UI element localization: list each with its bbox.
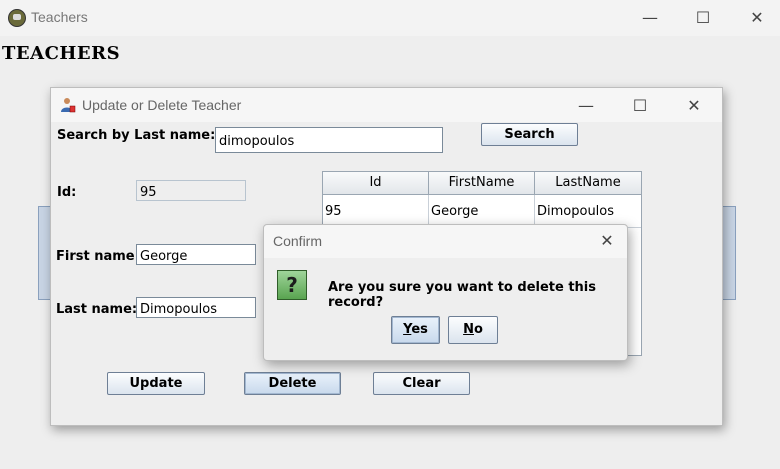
question-icon: ? bbox=[277, 270, 307, 300]
update-button[interactable]: Update bbox=[107, 372, 205, 395]
confirm-message: Are you sure you want to delete this rec… bbox=[328, 280, 596, 310]
column-header-firstname[interactable]: FirstName bbox=[429, 172, 535, 195]
app-logo-icon bbox=[8, 9, 26, 27]
confirm-title: Confirm bbox=[273, 233, 323, 249]
yes-button[interactable]: Yes bbox=[391, 316, 440, 344]
page-heading: TEACHERS bbox=[2, 43, 121, 64]
last-name-field[interactable] bbox=[136, 297, 256, 318]
clear-button[interactable]: Clear bbox=[373, 372, 470, 395]
first-name-label: First name: bbox=[56, 249, 140, 264]
dialog-close-button[interactable]: ✕ bbox=[674, 88, 714, 124]
first-name-field[interactable] bbox=[136, 244, 256, 265]
confirm-dialog: Confirm ✕ ? Are you sure you want to del… bbox=[263, 224, 628, 361]
search-input[interactable] bbox=[215, 127, 443, 153]
id-label: Id: bbox=[57, 185, 77, 200]
no-button[interactable]: No bbox=[448, 316, 498, 344]
main-maximize-button[interactable]: ☐ bbox=[683, 0, 723, 36]
delete-button[interactable]: Delete bbox=[244, 372, 341, 395]
column-header-id[interactable]: Id bbox=[323, 172, 429, 195]
dialog-minimize-button[interactable]: — bbox=[566, 88, 606, 124]
dialog-maximize-button[interactable]: ☐ bbox=[620, 88, 660, 124]
main-close-button[interactable]: ✕ bbox=[737, 0, 777, 36]
main-window-title: Teachers bbox=[31, 9, 88, 25]
column-header-lastname[interactable]: LastName bbox=[535, 172, 641, 195]
last-name-label: Last name: bbox=[56, 302, 138, 317]
id-field bbox=[136, 180, 246, 201]
teacher-person-icon bbox=[61, 98, 76, 113]
dialog-title: Update or Delete Teacher bbox=[82, 97, 242, 113]
confirm-close-button[interactable]: ✕ bbox=[587, 223, 627, 259]
main-minimize-button[interactable]: — bbox=[630, 0, 670, 36]
search-button[interactable]: Search bbox=[481, 123, 578, 146]
search-label: Search by Last name: bbox=[57, 128, 216, 143]
